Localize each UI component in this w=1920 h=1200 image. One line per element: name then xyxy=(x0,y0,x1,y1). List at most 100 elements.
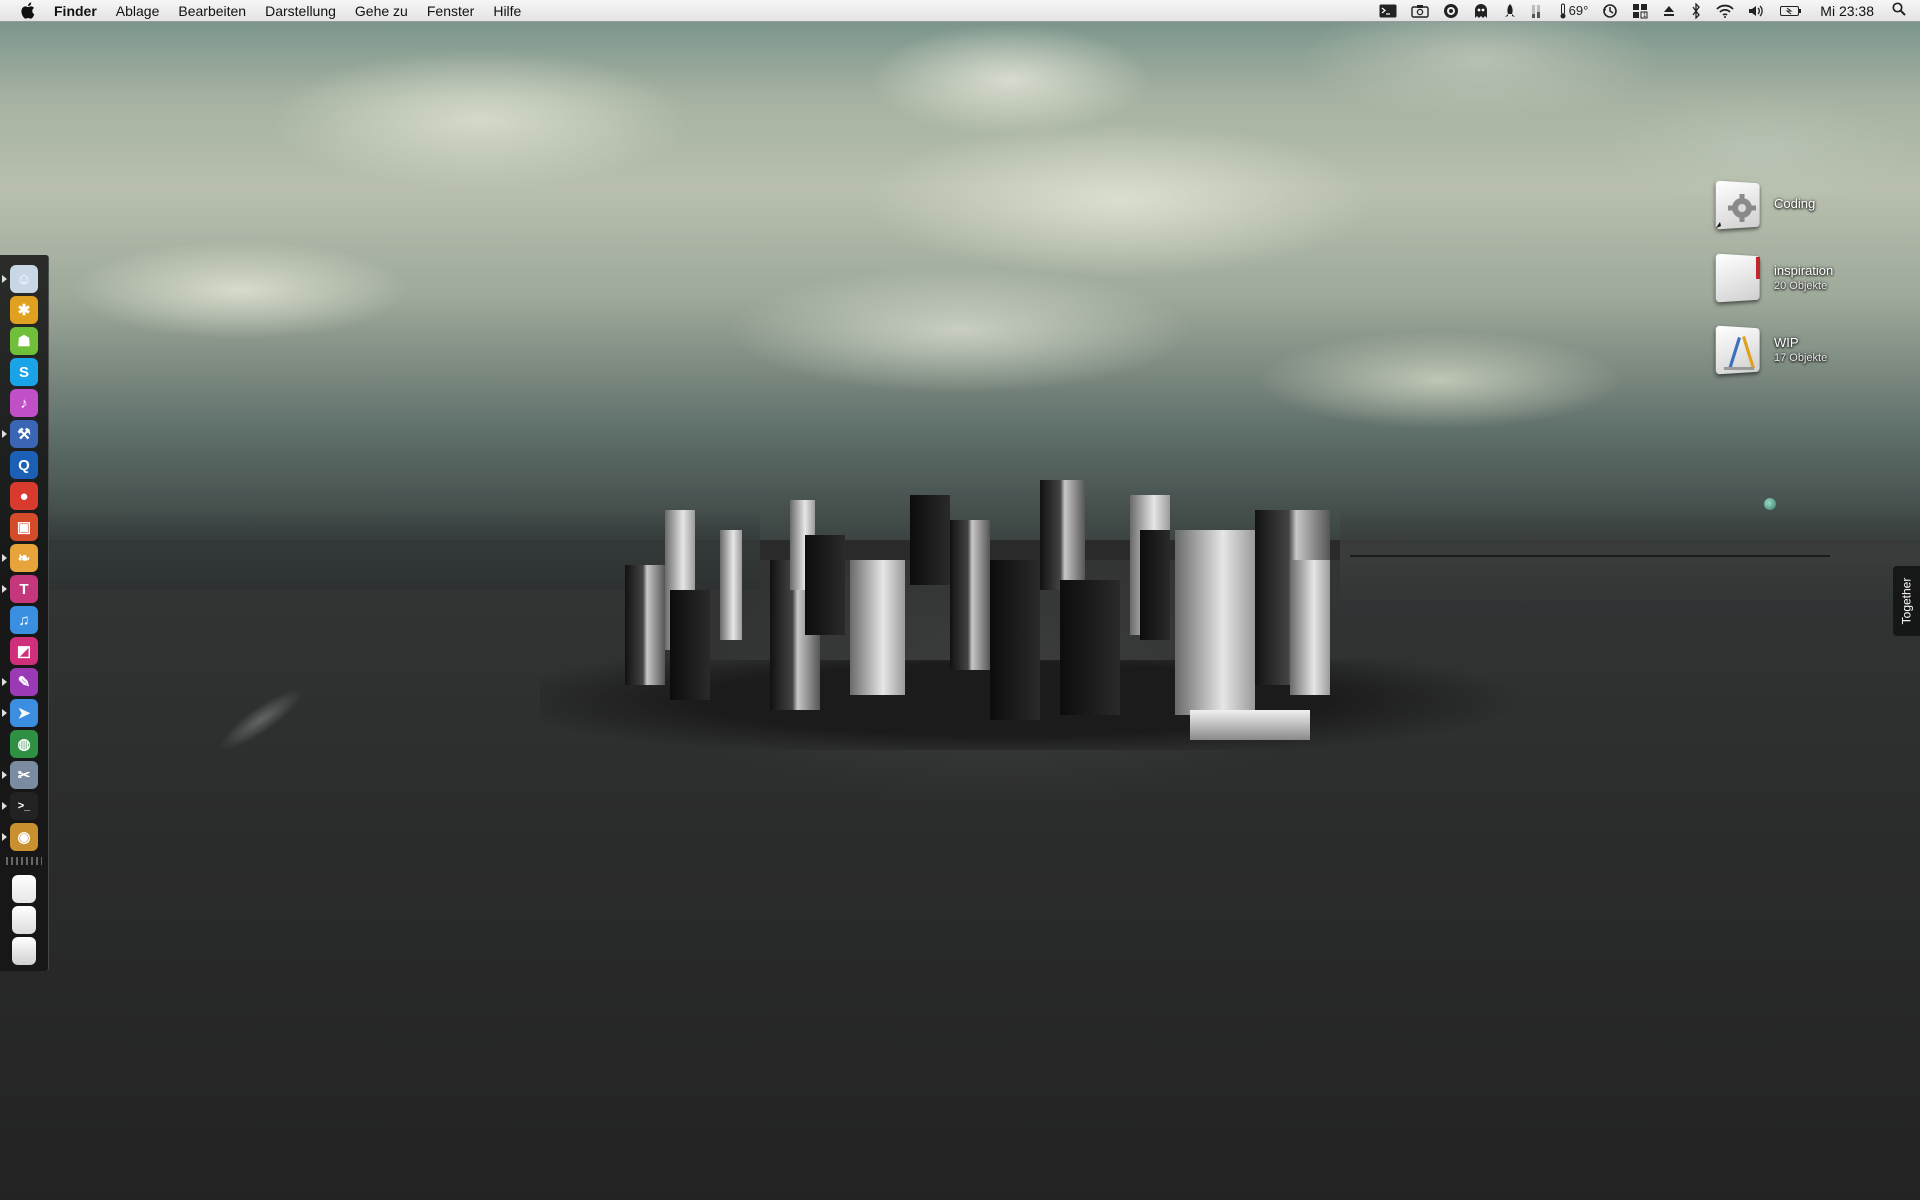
dock-item-finder[interactable]: ☺ xyxy=(10,265,38,293)
running-indicator xyxy=(2,709,7,717)
battery-icon[interactable] xyxy=(1780,5,1802,17)
building xyxy=(625,565,665,685)
droplet-icon[interactable] xyxy=(1764,498,1776,510)
desktop-icon-inspiration[interactable]: inspiration 20 Objekte xyxy=(1712,251,1833,305)
menu-app-name[interactable]: Finder xyxy=(54,3,97,19)
desktop-icon-label: Coding xyxy=(1774,196,1816,211)
red-bookmark-document-icon xyxy=(1712,251,1766,305)
running-indicator xyxy=(2,554,7,562)
dock-item-xcode[interactable]: ⚒ xyxy=(10,420,38,448)
dock-item-terminal[interactable]: >_ xyxy=(10,792,38,820)
menu-darstellung[interactable]: Darstellung xyxy=(265,3,336,19)
desktop-icon-wip[interactable]: WIP 17 Objekte xyxy=(1712,323,1827,377)
menubar: Finder Ablage Bearbeiten Darstellung Geh… xyxy=(0,0,1920,22)
building xyxy=(720,530,742,640)
dock-item-transmit[interactable]: ➤ xyxy=(10,699,38,727)
dock-item-pixel-app[interactable]: ▣ xyxy=(10,513,38,541)
menubar-clock[interactable]: Mi 23:38 xyxy=(1820,3,1874,19)
building xyxy=(850,560,905,695)
dock-item-coda[interactable]: ❧ xyxy=(10,544,38,572)
cpu-meter-icon[interactable] xyxy=(1531,3,1545,19)
ferry-terminal xyxy=(1190,710,1310,740)
dock-item-photo-app[interactable]: ◩ xyxy=(10,637,38,665)
dock-stack-trash[interactable] xyxy=(12,937,36,965)
desktop-icon-item-count: 17 Objekte xyxy=(1774,352,1828,364)
rocket-icon[interactable] xyxy=(1503,3,1517,19)
ghost-icon[interactable] xyxy=(1473,3,1489,19)
spotlight-icon[interactable] xyxy=(1892,2,1906,19)
menu-ablage[interactable]: Ablage xyxy=(116,3,160,19)
volume-icon[interactable] xyxy=(1748,4,1766,18)
terminal-icon: >_ xyxy=(17,800,31,812)
dock-item-textmate[interactable]: T xyxy=(10,575,38,603)
bluetooth-icon[interactable] xyxy=(1690,2,1702,19)
terminal-icon[interactable] xyxy=(1379,4,1397,18)
camera-icon[interactable] xyxy=(1410,4,1429,18)
menu-fenster[interactable]: Fenster xyxy=(427,3,474,19)
running-indicator xyxy=(2,833,7,841)
dock-item-skype[interactable]: S xyxy=(10,358,38,386)
q-icon: Q xyxy=(18,456,30,474)
running-indicator xyxy=(2,678,7,686)
gear-document-icon xyxy=(1712,178,1766,232)
leaf-icon: ❧ xyxy=(17,550,31,567)
building xyxy=(805,535,845,635)
menu-hilfe[interactable]: Hilfe xyxy=(493,3,521,19)
photo-icon: ◩ xyxy=(16,643,32,660)
building xyxy=(670,590,710,700)
hammer-icon: ⚒ xyxy=(17,426,31,443)
running-indicator xyxy=(2,585,7,593)
menu-bearbeiten[interactable]: Bearbeiten xyxy=(178,3,246,19)
dock-item-quicksilver[interactable]: Q xyxy=(10,451,38,479)
dock-item-photoshop-like[interactable]: ✎ xyxy=(10,668,38,696)
dock-stack-downloads[interactable] xyxy=(12,906,36,934)
dock-item-preview[interactable]: ◉ xyxy=(10,823,38,851)
together-side-tab[interactable]: Together xyxy=(1893,566,1920,636)
building xyxy=(910,495,950,585)
dock-item-android[interactable]: ☗ xyxy=(10,327,38,355)
growl-icon[interactable] xyxy=(1443,3,1459,19)
dock-separator xyxy=(6,857,42,865)
desktop-icon-coding[interactable]: Coding xyxy=(1712,178,1815,232)
running-indicator xyxy=(2,771,7,779)
skype-icon: S xyxy=(18,363,29,381)
robot-icon: ☗ xyxy=(17,333,31,350)
running-indicator xyxy=(2,430,7,438)
spaces-icon[interactable]: 1 xyxy=(1632,3,1648,19)
building xyxy=(1060,580,1120,715)
dock-item-adium[interactable]: ✱ xyxy=(10,296,38,324)
dock-item-safari[interactable]: ◍ xyxy=(10,730,38,758)
together-tab-label: Together xyxy=(1899,577,1914,625)
eject-icon[interactable] xyxy=(1662,4,1676,18)
finder-icon: ☺ xyxy=(16,270,32,288)
building xyxy=(990,560,1040,720)
t-icon: T xyxy=(19,580,29,598)
status-area: 69° 1 Mi 23:38 xyxy=(1365,0,1920,21)
time-machine-icon[interactable] xyxy=(1602,3,1618,19)
wrench-icon: ✂ xyxy=(17,767,31,784)
note-icon: ♫ xyxy=(18,611,30,629)
menu-gehe-zu[interactable]: Gehe zu xyxy=(355,3,408,19)
running-indicator xyxy=(2,802,7,810)
camera-photo-icon: ◉ xyxy=(17,829,31,846)
thermometer-icon xyxy=(1560,3,1566,18)
running-indicator xyxy=(2,275,7,283)
globe-icon: ◍ xyxy=(17,736,31,753)
dock-item-utilities[interactable]: ✂ xyxy=(10,761,38,789)
temperature-readout[interactable]: 69° xyxy=(1559,3,1588,19)
dock-stack-documents[interactable] xyxy=(12,875,36,903)
bug-icon: ✱ xyxy=(17,302,31,319)
building xyxy=(1140,530,1170,640)
brush-icon: ✎ xyxy=(17,674,31,691)
building xyxy=(1290,560,1330,695)
apple-icon[interactable] xyxy=(18,2,36,20)
wifi-icon[interactable] xyxy=(1716,4,1734,18)
pencil-ruler-document-icon xyxy=(1712,323,1766,377)
dock-item-chrome-dev[interactable]: ● xyxy=(10,482,38,510)
pixel-icon: ▣ xyxy=(16,519,32,536)
dock-item-itunes[interactable]: ♫ xyxy=(10,606,38,634)
music-icon: ♪ xyxy=(20,394,28,412)
dock-item-itunes-sparkle[interactable]: ♪ xyxy=(10,389,38,417)
red-circle-icon: ● xyxy=(19,487,29,505)
truck-icon: ➤ xyxy=(17,705,31,722)
